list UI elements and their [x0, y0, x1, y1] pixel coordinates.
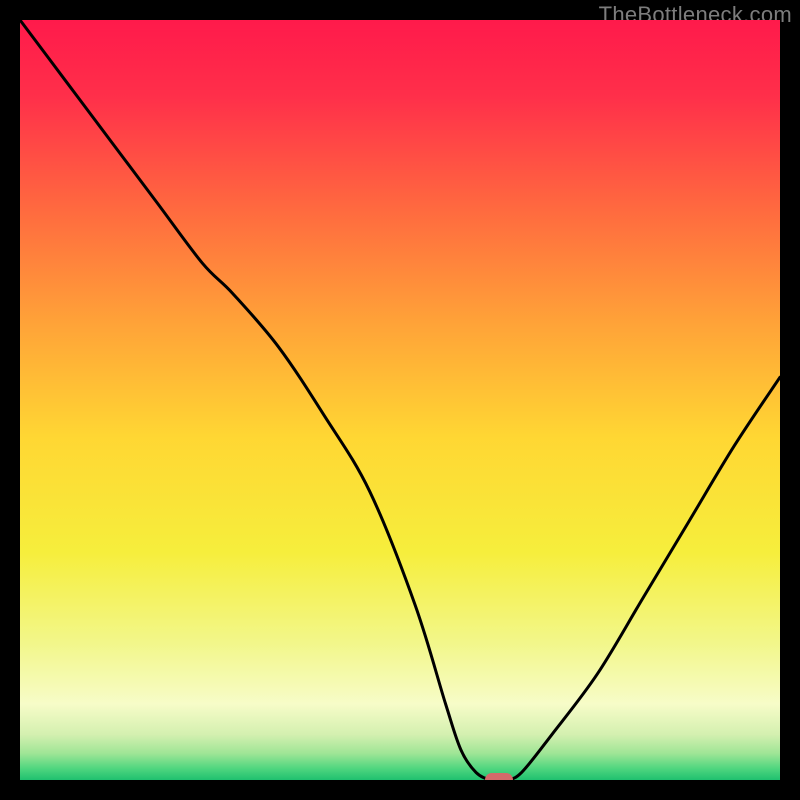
plot-area [20, 20, 780, 780]
chart-container: TheBottleneck.com [0, 0, 800, 800]
gradient-background [20, 20, 780, 780]
optimal-marker [485, 773, 513, 780]
